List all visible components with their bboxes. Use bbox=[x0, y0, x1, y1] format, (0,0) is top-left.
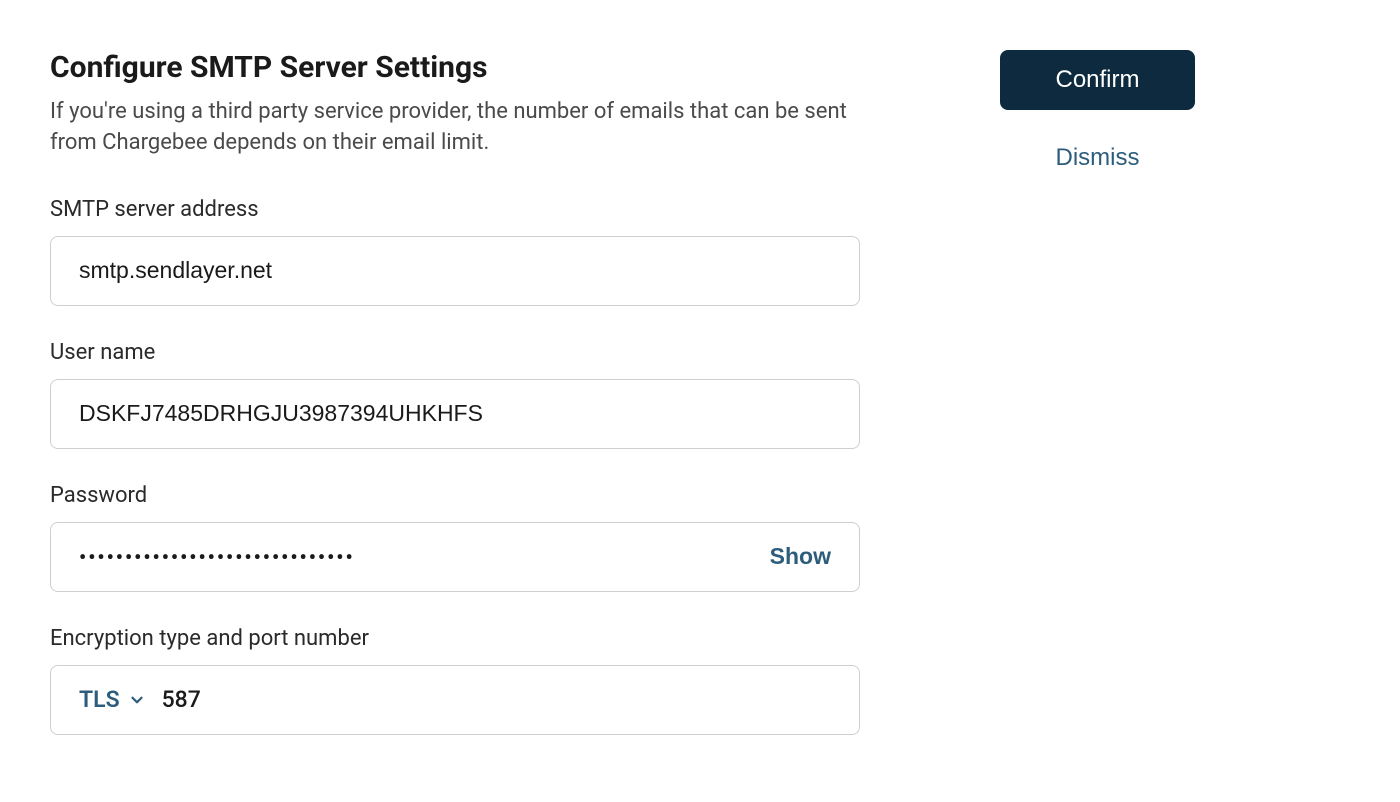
encryption-type-dropdown[interactable]: TLS bbox=[79, 686, 146, 713]
actions-sidebar: Confirm Dismiss bbox=[1000, 50, 1195, 769]
port-input[interactable] bbox=[162, 686, 831, 713]
password-row: Show bbox=[50, 522, 860, 592]
password-input[interactable] bbox=[79, 545, 770, 569]
password-field-group: Password Show bbox=[50, 483, 860, 592]
smtp-field-group: SMTP server address bbox=[50, 197, 860, 306]
encryption-label: Encryption type and port number bbox=[50, 626, 860, 651]
page-description: If you're using a third party service pr… bbox=[50, 97, 860, 159]
password-label: Password bbox=[50, 483, 860, 508]
username-input[interactable] bbox=[50, 379, 860, 449]
page-title: Configure SMTP Server Settings bbox=[50, 50, 860, 85]
show-password-button[interactable]: Show bbox=[770, 543, 831, 570]
confirm-button[interactable]: Confirm bbox=[1000, 50, 1195, 110]
encryption-type-value: TLS bbox=[79, 686, 120, 713]
encryption-field-group: Encryption type and port number TLS bbox=[50, 626, 860, 735]
smtp-input[interactable] bbox=[50, 236, 860, 306]
username-field-group: User name bbox=[50, 340, 860, 449]
encryption-row: TLS bbox=[50, 665, 860, 735]
dismiss-button[interactable]: Dismiss bbox=[1056, 144, 1140, 172]
chevron-down-icon bbox=[128, 691, 146, 709]
smtp-label: SMTP server address bbox=[50, 197, 860, 222]
username-label: User name bbox=[50, 340, 860, 365]
